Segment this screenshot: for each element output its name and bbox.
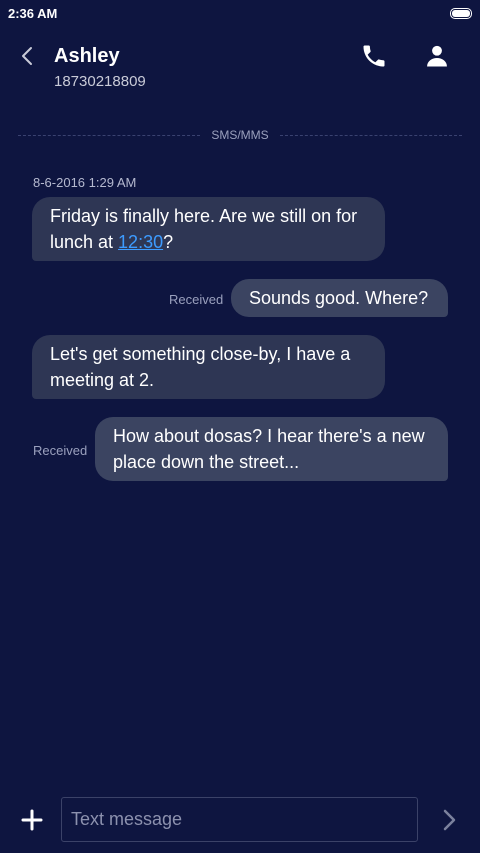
person-icon: [427, 45, 447, 67]
contact-name: Ashley: [54, 45, 120, 67]
plus-icon: [21, 809, 43, 831]
contact-number: 18730218809: [54, 73, 146, 90]
message-text: ?: [163, 232, 174, 252]
profile-button[interactable]: [423, 42, 451, 70]
phone-icon: [363, 45, 385, 67]
delivery-status: Received: [33, 443, 88, 458]
delivery-status: Received: [169, 292, 224, 307]
outgoing-message: How about dosas? I hear there's a new pl…: [95, 417, 448, 481]
send-chevron-icon: [443, 809, 456, 831]
send-button[interactable]: [438, 807, 462, 833]
attach-button[interactable]: [20, 808, 44, 832]
chevron-left-icon: [22, 47, 32, 65]
message-composer: [0, 790, 480, 853]
status-time: 2:36 AM: [8, 6, 58, 21]
call-button[interactable]: [360, 42, 388, 70]
divider-line: [280, 135, 462, 136]
status-bar: 2:36 AM: [0, 0, 480, 28]
message-timestamp: 8-6-2016 1:29 AM: [33, 175, 137, 190]
incoming-message: Let's get something close-by, I have a m…: [32, 335, 385, 399]
messaging-screen: 2:36 AM Ashley 18730218809 SMS/MMS 8-6-2…: [0, 0, 480, 853]
incoming-message: Friday is finally here. Are we still on …: [32, 197, 385, 261]
channel-divider: SMS/MMS: [18, 126, 462, 146]
battery-icon: [450, 8, 472, 19]
time-link[interactable]: 12:30: [118, 232, 163, 252]
outgoing-message: Sounds good. Where?: [231, 279, 448, 317]
message-input[interactable]: [61, 797, 418, 842]
message-text: Friday is finally here. Are we still on …: [50, 206, 358, 252]
back-button[interactable]: [14, 42, 42, 70]
conversation-header: Ashley 18730218809: [0, 28, 480, 108]
